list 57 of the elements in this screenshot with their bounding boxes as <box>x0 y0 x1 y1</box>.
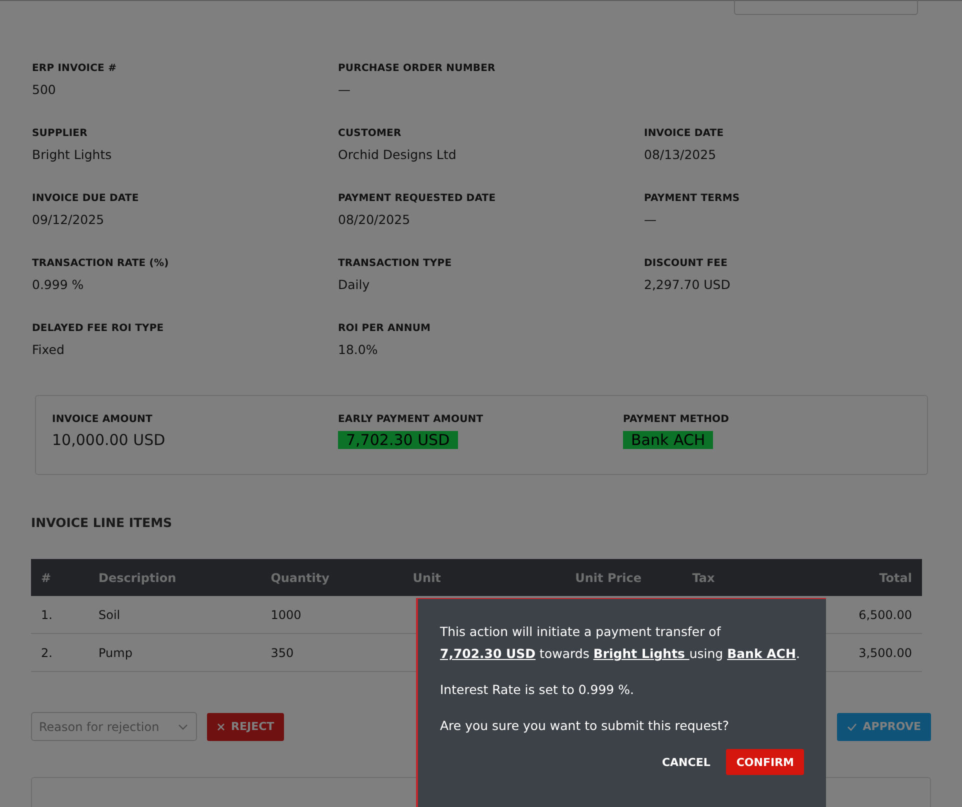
summary-label: PAYMENT METHOD <box>623 414 730 427</box>
check-icon <box>846 722 857 730</box>
confirm-button[interactable]: CONFIRM <box>726 749 804 775</box>
table-cell: 350 <box>260 634 403 672</box>
table-cell: 1000 <box>260 596 403 634</box>
table-cell: Pump <box>88 634 261 672</box>
field-label: INVOICE DUE DATE <box>32 193 140 206</box>
field-value: Daily <box>338 277 371 293</box>
summary-value: 7,702.30 USD <box>338 431 458 449</box>
summary-value: 10,000.00 USD <box>52 431 166 449</box>
field-value: — <box>644 212 658 228</box>
summary-label: INVOICE AMOUNT <box>52 414 154 427</box>
field-value: 09/12/2025 <box>32 212 106 228</box>
field-value: 08/20/2025 <box>338 212 412 228</box>
column-header: Unit <box>402 559 566 596</box>
field-label: TRANSACTION TYPE <box>338 258 453 271</box>
field-value: 08/13/2025 <box>644 147 718 163</box>
field-value: Orchid Designs Ltd <box>338 147 458 163</box>
table-cell: Soil <box>88 596 261 634</box>
chevron-down-icon <box>178 724 188 730</box>
table-cell: 1. <box>31 596 89 634</box>
field-value: 18.0% <box>338 342 379 358</box>
column-header: Description <box>88 559 261 596</box>
field-label: DISCOUNT FEE <box>644 258 729 271</box>
column-header: Total <box>808 559 922 596</box>
summary-value: Bank ACH <box>623 431 714 449</box>
section-title: INVOICE LINE ITEMS <box>31 515 174 530</box>
column-header: Quantity <box>260 559 403 596</box>
field-value: 500 <box>32 82 57 98</box>
field-label: PAYMENT TERMS <box>644 193 741 206</box>
field-label: SUPPLIER <box>32 128 88 141</box>
field-label: DELAYED FEE ROI TYPE <box>32 323 165 336</box>
dialog-message: Are you sure you want to submit this request? <box>440 717 730 735</box>
message-link[interactable]: 7,702.30 USD <box>440 646 536 661</box>
dialog-message: Interest Rate is set to 0.999 %. <box>440 681 635 699</box>
column-header: # <box>31 559 89 596</box>
field-label: PURCHASE ORDER NUMBER <box>338 63 496 76</box>
field-value: Bright Lights <box>32 147 113 163</box>
close-icon <box>217 722 225 730</box>
table-cell: 2. <box>31 634 89 672</box>
field-value: — <box>338 82 352 98</box>
cancel-button[interactable]: CANCEL <box>658 752 714 772</box>
field-label: INVOICE DATE <box>644 128 725 141</box>
field-label: PAYMENT REQUESTED DATE <box>338 193 497 206</box>
field-label: ROI PER ANNUM <box>338 323 432 336</box>
field-label: TRANSACTION RATE (%) <box>32 258 170 271</box>
column-header: Tax <box>682 559 808 596</box>
message-link[interactable]: Bright Lights <box>593 646 690 661</box>
message-link[interactable]: Bank ACH <box>727 646 796 661</box>
field-value: 0.999 % <box>32 277 85 293</box>
summary-label: EARLY PAYMENT AMOUNT <box>338 414 484 427</box>
field-label: CUSTOMER <box>338 128 402 141</box>
field-value: 2,297.70 USD <box>644 277 732 293</box>
dialog-message: This action will initiate a payment transfer of 7,702.30 USD towards Bright Lights using Bank ACH. <box>440 623 801 663</box>
field-value: Fixed <box>32 342 66 358</box>
field-label: ERP INVOICE # <box>32 63 118 76</box>
column-header: Unit Price <box>565 559 682 596</box>
